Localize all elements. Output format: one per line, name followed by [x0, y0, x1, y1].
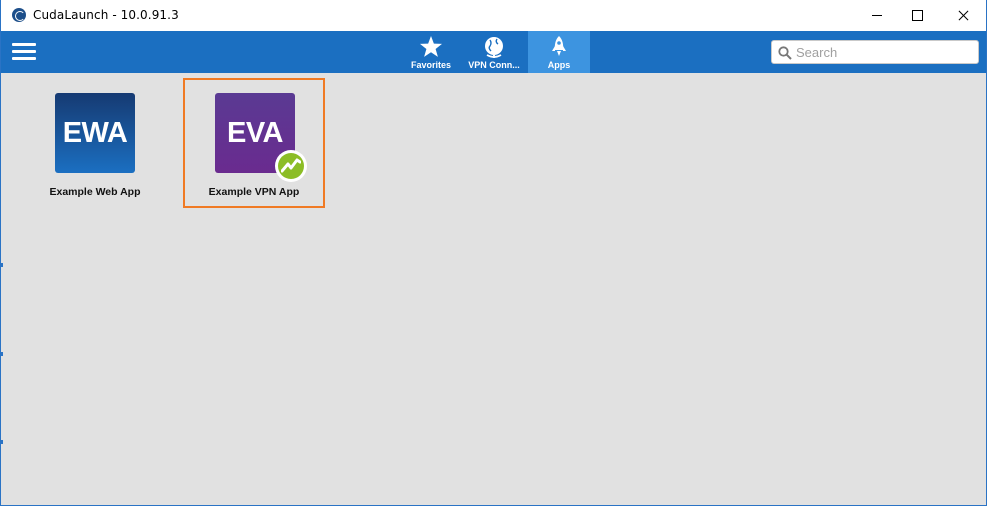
app-tile-label: Example VPN App	[208, 186, 300, 198]
tab-favorites[interactable]: Favorites	[404, 31, 458, 73]
globe-icon	[485, 37, 503, 58]
tab-vpn-connections[interactable]: VPN Conn...	[461, 31, 527, 73]
app-window: CudaLaunch - 10.0.91.3 Favorites VPN Con…	[0, 0, 987, 506]
edge-marker	[1, 352, 3, 356]
search-input[interactable]	[796, 43, 974, 61]
search-icon	[778, 46, 792, 60]
app-tile-example-vpn-app[interactable]: EVA Example VPN App	[183, 78, 325, 208]
edge-marker	[1, 263, 3, 267]
title-bar[interactable]: CudaLaunch - 10.0.91.3	[1, 0, 986, 31]
app-tile-label: Example Web App	[49, 186, 141, 198]
edge-marker	[1, 440, 3, 444]
cudalaunch-logo-icon	[12, 8, 26, 22]
tab-apps[interactable]: Apps	[528, 31, 590, 73]
ewa-app-icon: EWA	[55, 93, 135, 173]
tab-apps-label: Apps	[547, 60, 571, 70]
close-button[interactable]	[940, 0, 986, 31]
star-icon	[419, 35, 443, 57]
maximize-button[interactable]	[894, 0, 940, 31]
hamburger-menu-icon[interactable]	[12, 43, 36, 61]
search-box[interactable]	[771, 40, 979, 64]
vpn-badge-icon	[275, 150, 307, 182]
rocket-icon	[552, 36, 566, 56]
tab-favorites-label: Favorites	[410, 60, 452, 70]
main-toolbar: Favorites VPN Conn... Apps	[1, 31, 986, 73]
app-tile-example-web-app[interactable]: EWA Example Web App	[24, 78, 166, 208]
tab-vpn-label: VPN Conn...	[468, 60, 520, 70]
window-title: CudaLaunch - 10.0.91.3	[33, 8, 179, 22]
